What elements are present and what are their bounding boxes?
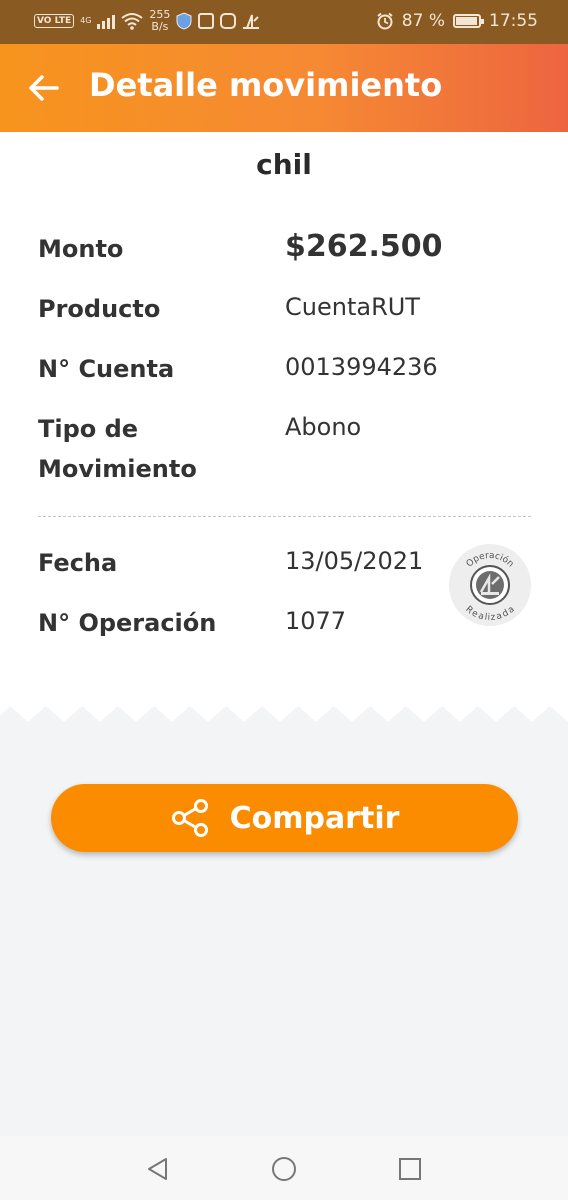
product-label: Producto bbox=[38, 295, 161, 323]
nav-back-icon[interactable] bbox=[145, 1156, 171, 1182]
amount-value: $262.500 bbox=[285, 229, 443, 264]
movement-type-label-line2: Movimiento bbox=[38, 455, 197, 483]
svg-text:Realizada: Realizada bbox=[463, 605, 516, 624]
system-nav-bar bbox=[0, 1136, 568, 1200]
battery-percent: 87 % bbox=[401, 11, 445, 31]
card-title: chil bbox=[256, 148, 312, 181]
instagram-icon bbox=[220, 13, 237, 29]
stamp-icon: Operación Realizada bbox=[463, 551, 516, 624]
amount-label: Monto bbox=[38, 235, 124, 263]
operation-completed-stamp: Operación Realizada bbox=[449, 544, 531, 626]
nav-home-icon[interactable] bbox=[271, 1156, 297, 1182]
app-header: Detalle movimiento bbox=[0, 44, 568, 132]
movement-detail-card: chil Monto $262.500 Producto CuentaRUT N… bbox=[0, 132, 568, 704]
stamp-bottom-text: Realizada bbox=[463, 605, 516, 624]
share-label: Compartir bbox=[229, 800, 400, 836]
alarm-icon bbox=[377, 12, 393, 30]
operation-number-label: N° Operación bbox=[38, 609, 217, 637]
data-speed: 255 B/s bbox=[149, 8, 171, 33]
arrow-left-icon bbox=[29, 75, 59, 101]
date-value: 13/05/2021 bbox=[285, 547, 424, 575]
shield-icon bbox=[176, 12, 192, 30]
operation-number-value: 1077 bbox=[285, 607, 347, 635]
clock: 17:55 bbox=[489, 11, 538, 31]
app-notification-icon bbox=[243, 14, 260, 29]
battery-icon bbox=[453, 14, 484, 28]
share-button[interactable]: Compartir bbox=[51, 784, 518, 852]
status-bar: VO LTE 4G 255 B/s 87 % 17:55 bbox=[0, 0, 568, 44]
dashed-divider bbox=[38, 516, 531, 517]
page-title: Detalle movimiento bbox=[89, 66, 443, 104]
movement-type-value: Abono bbox=[285, 413, 362, 441]
news-icon bbox=[198, 13, 215, 29]
signal-icon bbox=[97, 13, 116, 29]
network-type: 4G bbox=[80, 16, 92, 25]
movement-type-label: Tipo de Movimiento bbox=[38, 409, 197, 489]
date-label: Fecha bbox=[38, 549, 118, 577]
product-value: CuentaRUT bbox=[285, 293, 420, 321]
nav-recents-icon[interactable] bbox=[397, 1156, 423, 1182]
volte-badge: VO LTE bbox=[34, 14, 75, 28]
movement-type-label-line1: Tipo de bbox=[38, 415, 139, 443]
account-value: 0013994236 bbox=[285, 353, 438, 381]
account-label: N° Cuenta bbox=[38, 355, 175, 383]
share-icon bbox=[171, 799, 208, 837]
wifi-icon bbox=[121, 13, 144, 30]
receipt-zigzag-edge bbox=[0, 704, 568, 722]
back-button[interactable] bbox=[24, 68, 64, 108]
